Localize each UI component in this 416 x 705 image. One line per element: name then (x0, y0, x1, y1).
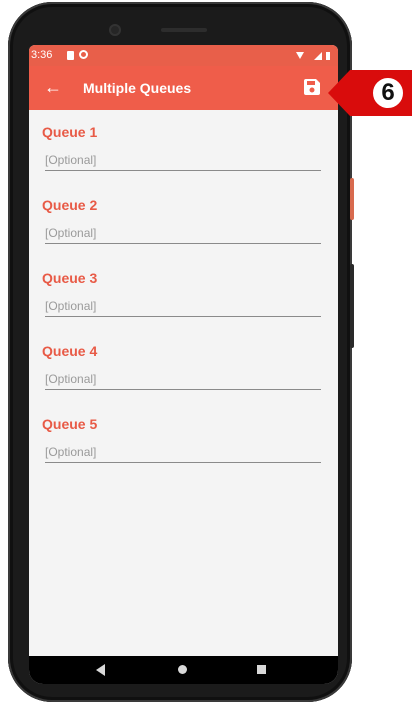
queue-input-1[interactable] (45, 150, 321, 171)
page-title: Multiple Queues (83, 80, 192, 96)
queue-input-4[interactable] (45, 369, 321, 390)
status-time: 3:36 (31, 49, 53, 61)
queue-field-5: Queue 5 (42, 414, 322, 463)
system-nav-bar (29, 656, 338, 684)
app-bar: ← Multiple Queues (29, 66, 338, 110)
queue-label: Queue 1 (42, 124, 98, 140)
queue-field-3: Queue 3 (42, 268, 322, 317)
arrow-left-icon[interactable]: ← (43, 77, 63, 97)
power-button (350, 178, 354, 220)
queue-input-3[interactable] (45, 296, 321, 317)
save-icon[interactable] (303, 78, 321, 96)
sim-icon (67, 51, 74, 60)
screen: 3:36 ← Multiple Queues Queue 1 [Optional… (29, 45, 338, 684)
queue-input-2[interactable] (45, 223, 321, 244)
volume-button (350, 264, 354, 348)
nav-back-icon[interactable] (96, 664, 106, 676)
front-camera (109, 24, 121, 36)
phone-frame: 3:36 ← Multiple Queues Queue 1 [Optional… (8, 2, 354, 702)
earpiece (161, 28, 207, 32)
sync-icon (79, 50, 88, 59)
queue-label: Queue 2 (42, 197, 98, 213)
nav-home-icon[interactable] (178, 665, 187, 674)
queue-label: Queue 3 (42, 270, 98, 286)
queue-input-5[interactable] (45, 442, 321, 463)
signal-battery-icon (296, 52, 330, 60)
queue-field-2: Queue 2 (42, 195, 322, 244)
queue-field-1: Queue 1 (42, 122, 322, 171)
status-bar: 3:36 (29, 45, 338, 66)
queue-label: Queue 5 (42, 416, 98, 432)
callout-number-badge: 6 (370, 75, 406, 111)
queue-field-4: Queue 4 (42, 341, 322, 390)
queue-label: Queue 4 (42, 343, 98, 359)
nav-recents-icon[interactable] (257, 665, 266, 674)
